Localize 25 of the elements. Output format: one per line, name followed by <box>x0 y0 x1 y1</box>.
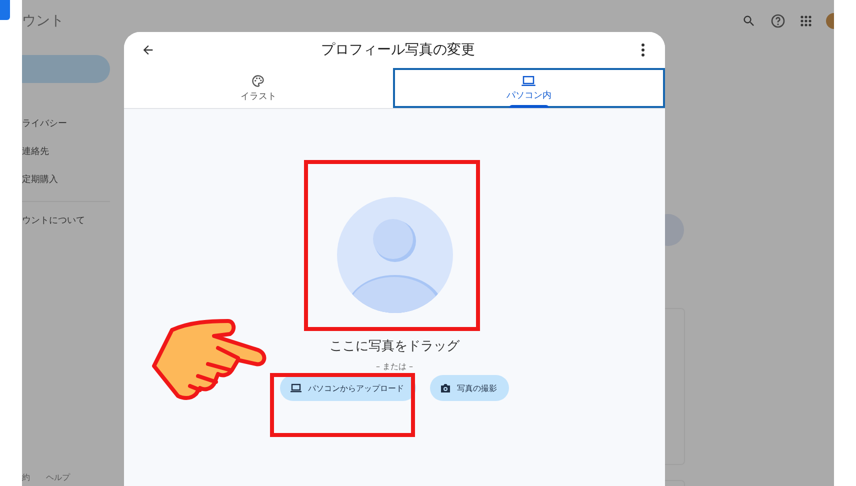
sidebar-item[interactable]: 定期購入 <box>22 173 112 201</box>
camera-icon <box>440 383 451 393</box>
app-logo-fragment <box>0 0 10 20</box>
upload-button[interactable]: パソコンからアップロード <box>280 375 416 401</box>
back-arrow-icon[interactable] <box>141 43 155 57</box>
more-menu-icon[interactable] <box>641 43 645 57</box>
help-icon[interactable] <box>770 13 786 29</box>
take-photo-button[interactable]: 写真の撮影 <box>430 375 509 401</box>
sidebar-item[interactable]: ライバシー <box>22 117 112 145</box>
app-title: ウント <box>22 12 64 30</box>
search-icon[interactable] <box>742 14 756 28</box>
apps-grid-icon[interactable] <box>800 15 812 27</box>
palette-icon <box>251 74 266 88</box>
laptop-icon <box>290 383 302 393</box>
or-divider: – または – <box>376 361 414 372</box>
person-silhouette-icon <box>336 197 452 313</box>
laptop-icon <box>521 74 536 86</box>
dialog-title: プロフィール写真の変更 <box>321 41 475 59</box>
sidebar-item[interactable]: ウントについて <box>22 214 112 242</box>
drop-hint: ここに写真をドラッグ <box>330 338 460 355</box>
tab[interactable]: イラスト <box>124 68 392 108</box>
sidebar-item[interactable]: 連絡先 <box>22 145 112 173</box>
footer-link[interactable]: 約 <box>22 472 30 483</box>
tab[interactable]: パソコン内 <box>392 68 665 108</box>
footer-link[interactable]: ヘルプ <box>46 472 70 483</box>
